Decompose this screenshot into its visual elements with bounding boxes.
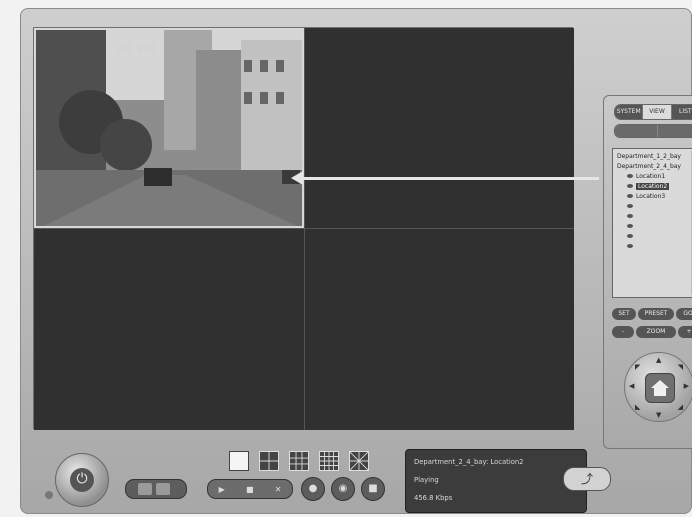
- up-left-arrow-icon[interactable]: ◤: [635, 363, 640, 371]
- zoom-controls: - ZOOM +: [612, 326, 692, 338]
- camera-icon[interactable]: ■: [361, 477, 385, 501]
- close-button[interactable]: ✕: [275, 485, 282, 494]
- video-cell-2[interactable]: [304, 28, 574, 228]
- transport-controls: ▶ ■ ✕: [207, 479, 293, 499]
- preset-set-button[interactable]: SET: [612, 308, 636, 320]
- app-window: ed vid SYSTEM VIEW LIST Department_1_2_b…: [20, 8, 692, 514]
- play-button[interactable]: ▶: [219, 485, 225, 494]
- tab-system[interactable]: SYSTEM: [615, 105, 644, 119]
- home-icon[interactable]: [645, 373, 675, 403]
- up-right-arrow-icon[interactable]: ◥: [678, 363, 683, 371]
- down-left-arrow-icon[interactable]: ◣: [635, 403, 640, 411]
- secondary-tab-2[interactable]: [657, 125, 692, 137]
- tree-label: Department_1_2_bay: [617, 153, 681, 160]
- tab-view[interactable]: VIEW: [643, 105, 672, 119]
- video-overlay-text: ed vid: [116, 42, 156, 57]
- power-button[interactable]: ⏻: [55, 453, 109, 507]
- panel-tab-group: SYSTEM VIEW LIST: [614, 104, 692, 120]
- camera-icon: [627, 194, 633, 198]
- mini-status-dot: [45, 491, 53, 499]
- ptz-dpad[interactable]: ▲ ▼ ◀ ▶ ◤ ◥ ◣ ◢: [624, 352, 692, 422]
- tree-item-empty[interactable]: [627, 203, 636, 211]
- video-grid: ed vid: [33, 27, 574, 430]
- single-view-icon[interactable]: [138, 483, 152, 495]
- camera-icon: [627, 244, 633, 248]
- multi-view-icon[interactable]: [156, 483, 170, 495]
- tree-item-location-1[interactable]: Location1: [627, 173, 665, 181]
- snapshot-icon[interactable]: ◉: [331, 477, 355, 501]
- secondary-tab-group: [614, 124, 692, 138]
- tree-item-empty[interactable]: [627, 223, 636, 231]
- preset-go-button[interactable]: GO: [676, 308, 692, 320]
- record-icon[interactable]: ●: [301, 477, 325, 501]
- tree-label: Department_2_4_bay: [617, 163, 681, 170]
- tree-item-location-3[interactable]: Location3: [627, 193, 665, 201]
- left-arrow-icon[interactable]: ◀: [629, 382, 634, 390]
- camera-icon: [627, 174, 633, 178]
- tree-item-dept-2[interactable]: Department_2_4_bay: [617, 163, 681, 171]
- layout-1x1-button[interactable]: [229, 451, 249, 471]
- tree-label: Location1: [636, 173, 666, 180]
- layout-2x2-button[interactable]: [259, 451, 279, 471]
- camera-icon: [627, 234, 633, 238]
- status-location: Department_2_4_bay: Location2: [414, 458, 524, 466]
- video-cell-3[interactable]: [34, 228, 304, 430]
- stop-button[interactable]: ■: [246, 485, 254, 494]
- layout-3x3-button[interactable]: [289, 451, 309, 471]
- tree-item-location-2[interactable]: Location2: [627, 183, 670, 191]
- tab-list[interactable]: LIST: [671, 105, 692, 119]
- tree-item-dept-1[interactable]: Department_1_2_bay: [617, 153, 681, 161]
- view-mode-toggle[interactable]: [125, 479, 187, 499]
- zoom-in-button[interactable]: +: [678, 326, 692, 338]
- up-arrow-icon[interactable]: ▲: [656, 356, 661, 364]
- camera-icon: [627, 184, 633, 188]
- control-panel: SYSTEM VIEW LIST Department_1_2_bay Depa…: [603, 95, 692, 449]
- tree-item-empty[interactable]: [627, 243, 636, 251]
- camera-icon: [627, 204, 633, 208]
- zoom-out-button[interactable]: -: [612, 326, 634, 338]
- down-arrow-icon[interactable]: ▼: [656, 411, 661, 419]
- status-bitrate: 456.8 Kbps: [414, 494, 453, 502]
- secondary-tab-1[interactable]: [615, 125, 658, 137]
- status-state: Playing: [414, 476, 439, 484]
- right-arrow-icon[interactable]: ▶: [684, 382, 689, 390]
- tree-item-empty[interactable]: [627, 233, 636, 241]
- tree-label: Location3: [636, 193, 666, 200]
- zoom-label: ZOOM: [636, 326, 676, 338]
- tree-label-selected: Location2: [636, 183, 670, 190]
- layout-custom-button[interactable]: [349, 451, 369, 471]
- tree-item-empty[interactable]: [627, 213, 636, 221]
- video-cell-4[interactable]: [304, 228, 574, 430]
- layout-4x4-button[interactable]: [319, 451, 339, 471]
- video-cell-1[interactable]: ed vid: [34, 28, 304, 228]
- export-icon: ⤴: [580, 472, 593, 486]
- status-panel: Department_2_4_bay: Location2 Playing 45…: [405, 449, 587, 513]
- down-right-arrow-icon[interactable]: ◢: [678, 403, 683, 411]
- camera-icon: [627, 224, 633, 228]
- power-symbol: ⏻: [76, 471, 88, 487]
- drag-arrow-line: [299, 177, 599, 180]
- camera-icon: [627, 214, 633, 218]
- device-tree: Department_1_2_bay Department_2_4_bay Lo…: [612, 148, 692, 298]
- preset-label: PRESET: [638, 308, 674, 320]
- preset-controls: SET PRESET GO: [612, 308, 692, 320]
- export-button[interactable]: ⤴: [563, 467, 611, 491]
- power-icon: ⏻: [70, 468, 94, 492]
